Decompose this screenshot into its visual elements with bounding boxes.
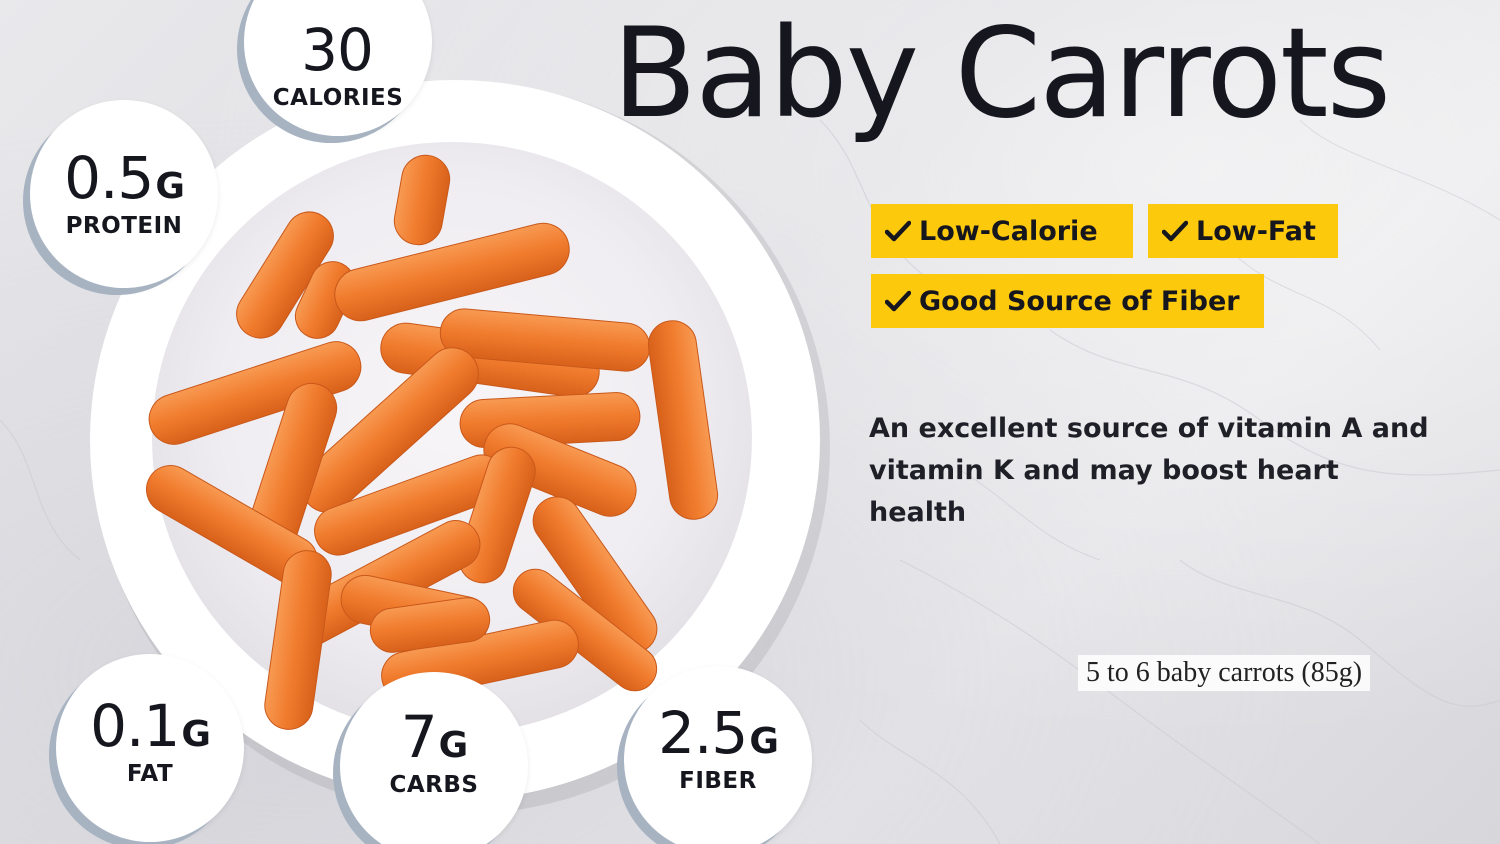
nutrient-fat: 0.1G FAT [56,654,244,842]
nutrient-value: 0.5G [64,144,185,212]
checkmark-icon [1162,220,1188,242]
nutrient-value: 30 [301,16,374,84]
checkmark-icon [885,220,911,242]
serving-size: 5 to 6 baby carrots (85g) [1078,655,1371,691]
badge-low-fat: Low-Fat [1148,204,1338,258]
nutrient-value: 7G [400,703,468,771]
nutrient-label: FAT [126,761,174,787]
nutrient-label: CALORIES [272,85,404,111]
nutrient-value: 2.5G [658,699,779,767]
badge-low-calorie: Low-Calorie [871,204,1133,258]
nutrient-label: CARBS [389,772,479,798]
badge-label: Low-Fat [1196,215,1316,247]
nutrient-label: FIBER [679,768,757,794]
nutrient-value: 0.1G [90,692,211,760]
badge-label: Good Source of Fiber [919,285,1240,317]
page-title: Baby Carrots [612,2,1391,146]
description: An excellent source of vitamin A and vit… [869,413,1429,528]
nutrient-fiber: 2.5G FIBER [624,666,812,844]
nutrient-protein: 0.5G PROTEIN [30,100,218,288]
badge-label: Low-Calorie [919,215,1098,247]
badge-good-source-of-fiber: Good Source of Fiber [871,274,1264,328]
nutrient-label: PROTEIN [65,213,183,239]
checkmark-icon [885,290,911,312]
